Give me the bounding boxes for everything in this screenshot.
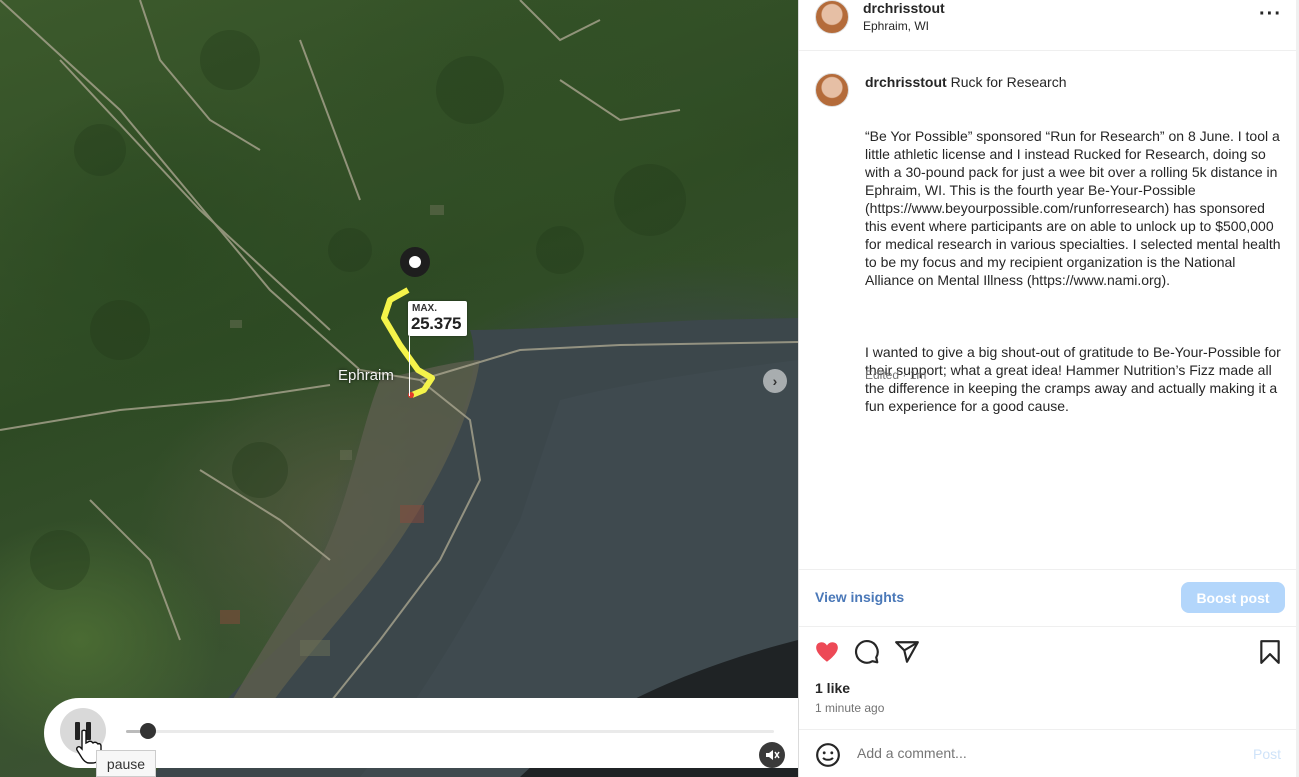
- likes-count[interactable]: 1 like: [815, 680, 850, 696]
- share-icon[interactable]: [894, 639, 920, 665]
- caption-paragraph: I wanted to give a big shout-out of grat…: [865, 344, 1281, 414]
- divider: [799, 729, 1297, 730]
- route-start-pin: [400, 247, 430, 277]
- video-controls-bar: [44, 698, 798, 768]
- header-username[interactable]: drchrisstout: [863, 0, 945, 16]
- caption-text: “Be Yor Possible” sponsored “Run for Res…: [865, 109, 1285, 433]
- mute-button[interactable]: [759, 742, 785, 768]
- header-location[interactable]: Ephraim, WI: [863, 19, 929, 33]
- max-elevation-tag: MAX. 25.375: [408, 301, 467, 336]
- seek-handle[interactable]: [140, 723, 156, 739]
- caption-meta: Edited · 1m: [865, 368, 927, 382]
- comment-input[interactable]: [855, 744, 1239, 762]
- chevron-right-icon: ›: [772, 373, 778, 389]
- next-media-button[interactable]: ›: [763, 369, 787, 393]
- seek-bar[interactable]: [126, 730, 774, 733]
- pause-tooltip: pause: [96, 750, 156, 777]
- max-label: MAX.: [412, 303, 437, 314]
- max-value: 25.375: [411, 314, 462, 333]
- header-avatar[interactable]: [815, 0, 849, 34]
- comment-icon[interactable]: [854, 639, 880, 665]
- emoji-icon[interactable]: [815, 742, 841, 768]
- aerial-map-image: [0, 0, 798, 777]
- view-insights-link[interactable]: View insights: [815, 589, 904, 605]
- max-marker-line: [409, 336, 410, 396]
- more-options-icon[interactable]: ···: [1259, 3, 1282, 26]
- post-sidebar: drchrisstout Ephraim, WI ··· drchrisstou…: [798, 0, 1297, 777]
- post-comment-button[interactable]: Post: [1253, 746, 1281, 762]
- caption-username[interactable]: drchrisstout: [865, 74, 947, 90]
- caption-paragraph: “Be Yor Possible” sponsored “Run for Res…: [865, 128, 1281, 288]
- divider: [799, 569, 1297, 570]
- heart-icon[interactable]: [814, 639, 840, 665]
- boost-post-button[interactable]: Boost post: [1181, 582, 1285, 613]
- caption-title: Ruck for Research: [950, 74, 1067, 90]
- post-time: 1 minute ago: [815, 701, 885, 715]
- caption-header: drchrisstout Ruck for Research: [865, 74, 1067, 90]
- post-media[interactable]: MAX. 25.375 Ephraim › pause: [0, 0, 798, 777]
- map-place-label: Ephraim: [338, 367, 394, 384]
- divider: [799, 50, 1297, 51]
- divider: [799, 626, 1297, 627]
- mute-icon: [766, 750, 780, 760]
- bookmark-icon[interactable]: [1257, 639, 1283, 665]
- caption-avatar[interactable]: [815, 73, 849, 107]
